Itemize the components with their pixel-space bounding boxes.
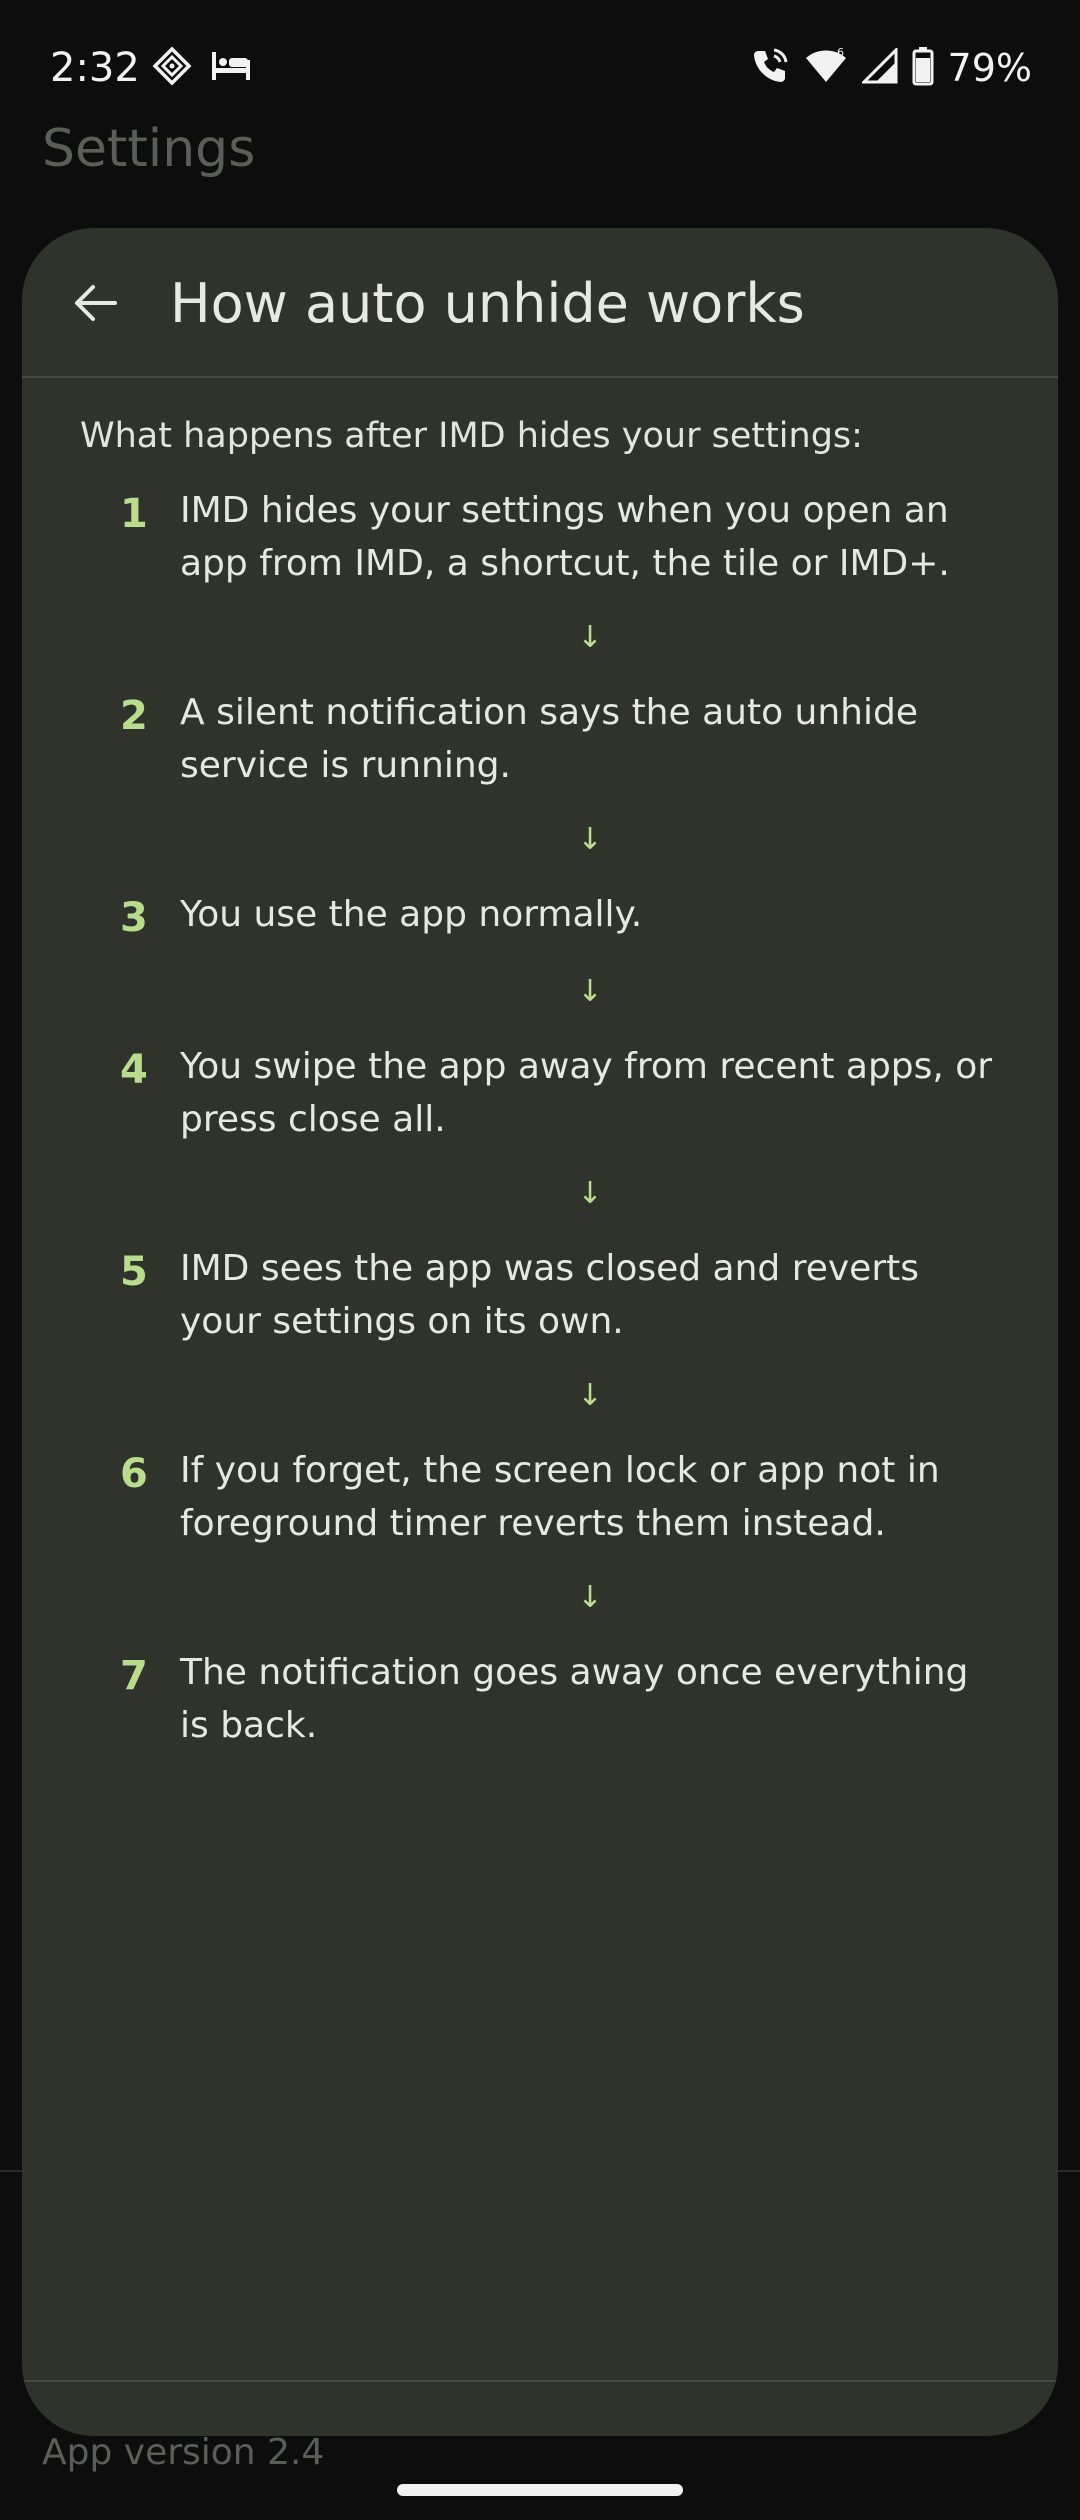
svg-text:6: 6	[837, 46, 844, 59]
status-right-icons: 6 79%	[750, 40, 1032, 96]
step-number: 7	[120, 1653, 148, 1699]
dialog-body: What happens after IMD hides your settin…	[22, 378, 1058, 1752]
step-number: 3	[120, 895, 148, 941]
intro-text: What happens after IMD hides your settin…	[80, 416, 863, 456]
arrow-down-icon: ↓	[577, 822, 603, 857]
arrow-down-icon: ↓	[577, 974, 603, 1009]
step-number: 2	[120, 693, 148, 739]
step-number: 6	[120, 1451, 148, 1497]
arrow-down-icon: ↓	[577, 1378, 603, 1413]
step-text: A silent notification says the auto unhi…	[180, 692, 918, 786]
step-3: 3 You use the app normally.	[80, 888, 1000, 944]
arrow-back-icon	[75, 285, 117, 321]
arrow-down-icon: ↓	[577, 1176, 603, 1211]
arrow-down-icon: ↓	[577, 620, 603, 655]
battery-percentage: 79%	[947, 46, 1032, 90]
status-time: 2:32	[50, 45, 140, 91]
step-5: 5 IMD sees the app was closed and revert…	[80, 1242, 1000, 1348]
dialog-title: How auto unhide works	[170, 272, 805, 335]
step-number: 5	[120, 1249, 148, 1295]
bed-icon	[210, 48, 252, 88]
step-text: You swipe the app away from recent apps,…	[180, 1046, 993, 1140]
home-indicator[interactable]	[397, 2484, 683, 2496]
dialog-header: How auto unhide works	[22, 228, 1058, 378]
step-1: 1 IMD hides your settings when you open …	[80, 484, 1000, 590]
step-number: 4	[120, 1047, 148, 1093]
screen: Settings App version 2.4 2:32 6 79% How …	[0, 0, 1080, 2520]
back-button[interactable]	[62, 270, 128, 336]
cell-signal-icon	[859, 46, 898, 88]
status-bar: 2:32 6 79%	[0, 0, 1080, 140]
step-number: 1	[120, 491, 148, 537]
auto-unhide-dialog: How auto unhide works What happens after…	[22, 228, 1058, 2436]
battery-icon	[912, 46, 934, 90]
step-text: IMD sees the app was closed and reverts …	[180, 1248, 920, 1342]
dialog-footer-divider	[22, 2380, 1058, 2382]
phone-wifi-call-icon	[750, 46, 790, 90]
step-7: 7 The notification goes away once everyt…	[80, 1646, 1000, 1752]
status-left-icons	[152, 46, 252, 90]
diamond-icon	[152, 46, 192, 90]
step-6: 6 If you forget, the screen lock or app …	[80, 1444, 1000, 1550]
step-text: If you forget, the screen lock or app no…	[180, 1450, 940, 1544]
step-2: 2 A silent notification says the auto un…	[80, 686, 1000, 792]
step-text: You use the app normally.	[180, 894, 643, 935]
step-4: 4 You swipe the app away from recent app…	[80, 1040, 1000, 1146]
arrow-down-icon: ↓	[577, 1580, 603, 1615]
step-text: IMD hides your settings when you open an…	[180, 490, 950, 584]
wifi-6-icon: 6	[804, 46, 848, 90]
step-text: The notification goes away once everythi…	[180, 1652, 969, 1746]
